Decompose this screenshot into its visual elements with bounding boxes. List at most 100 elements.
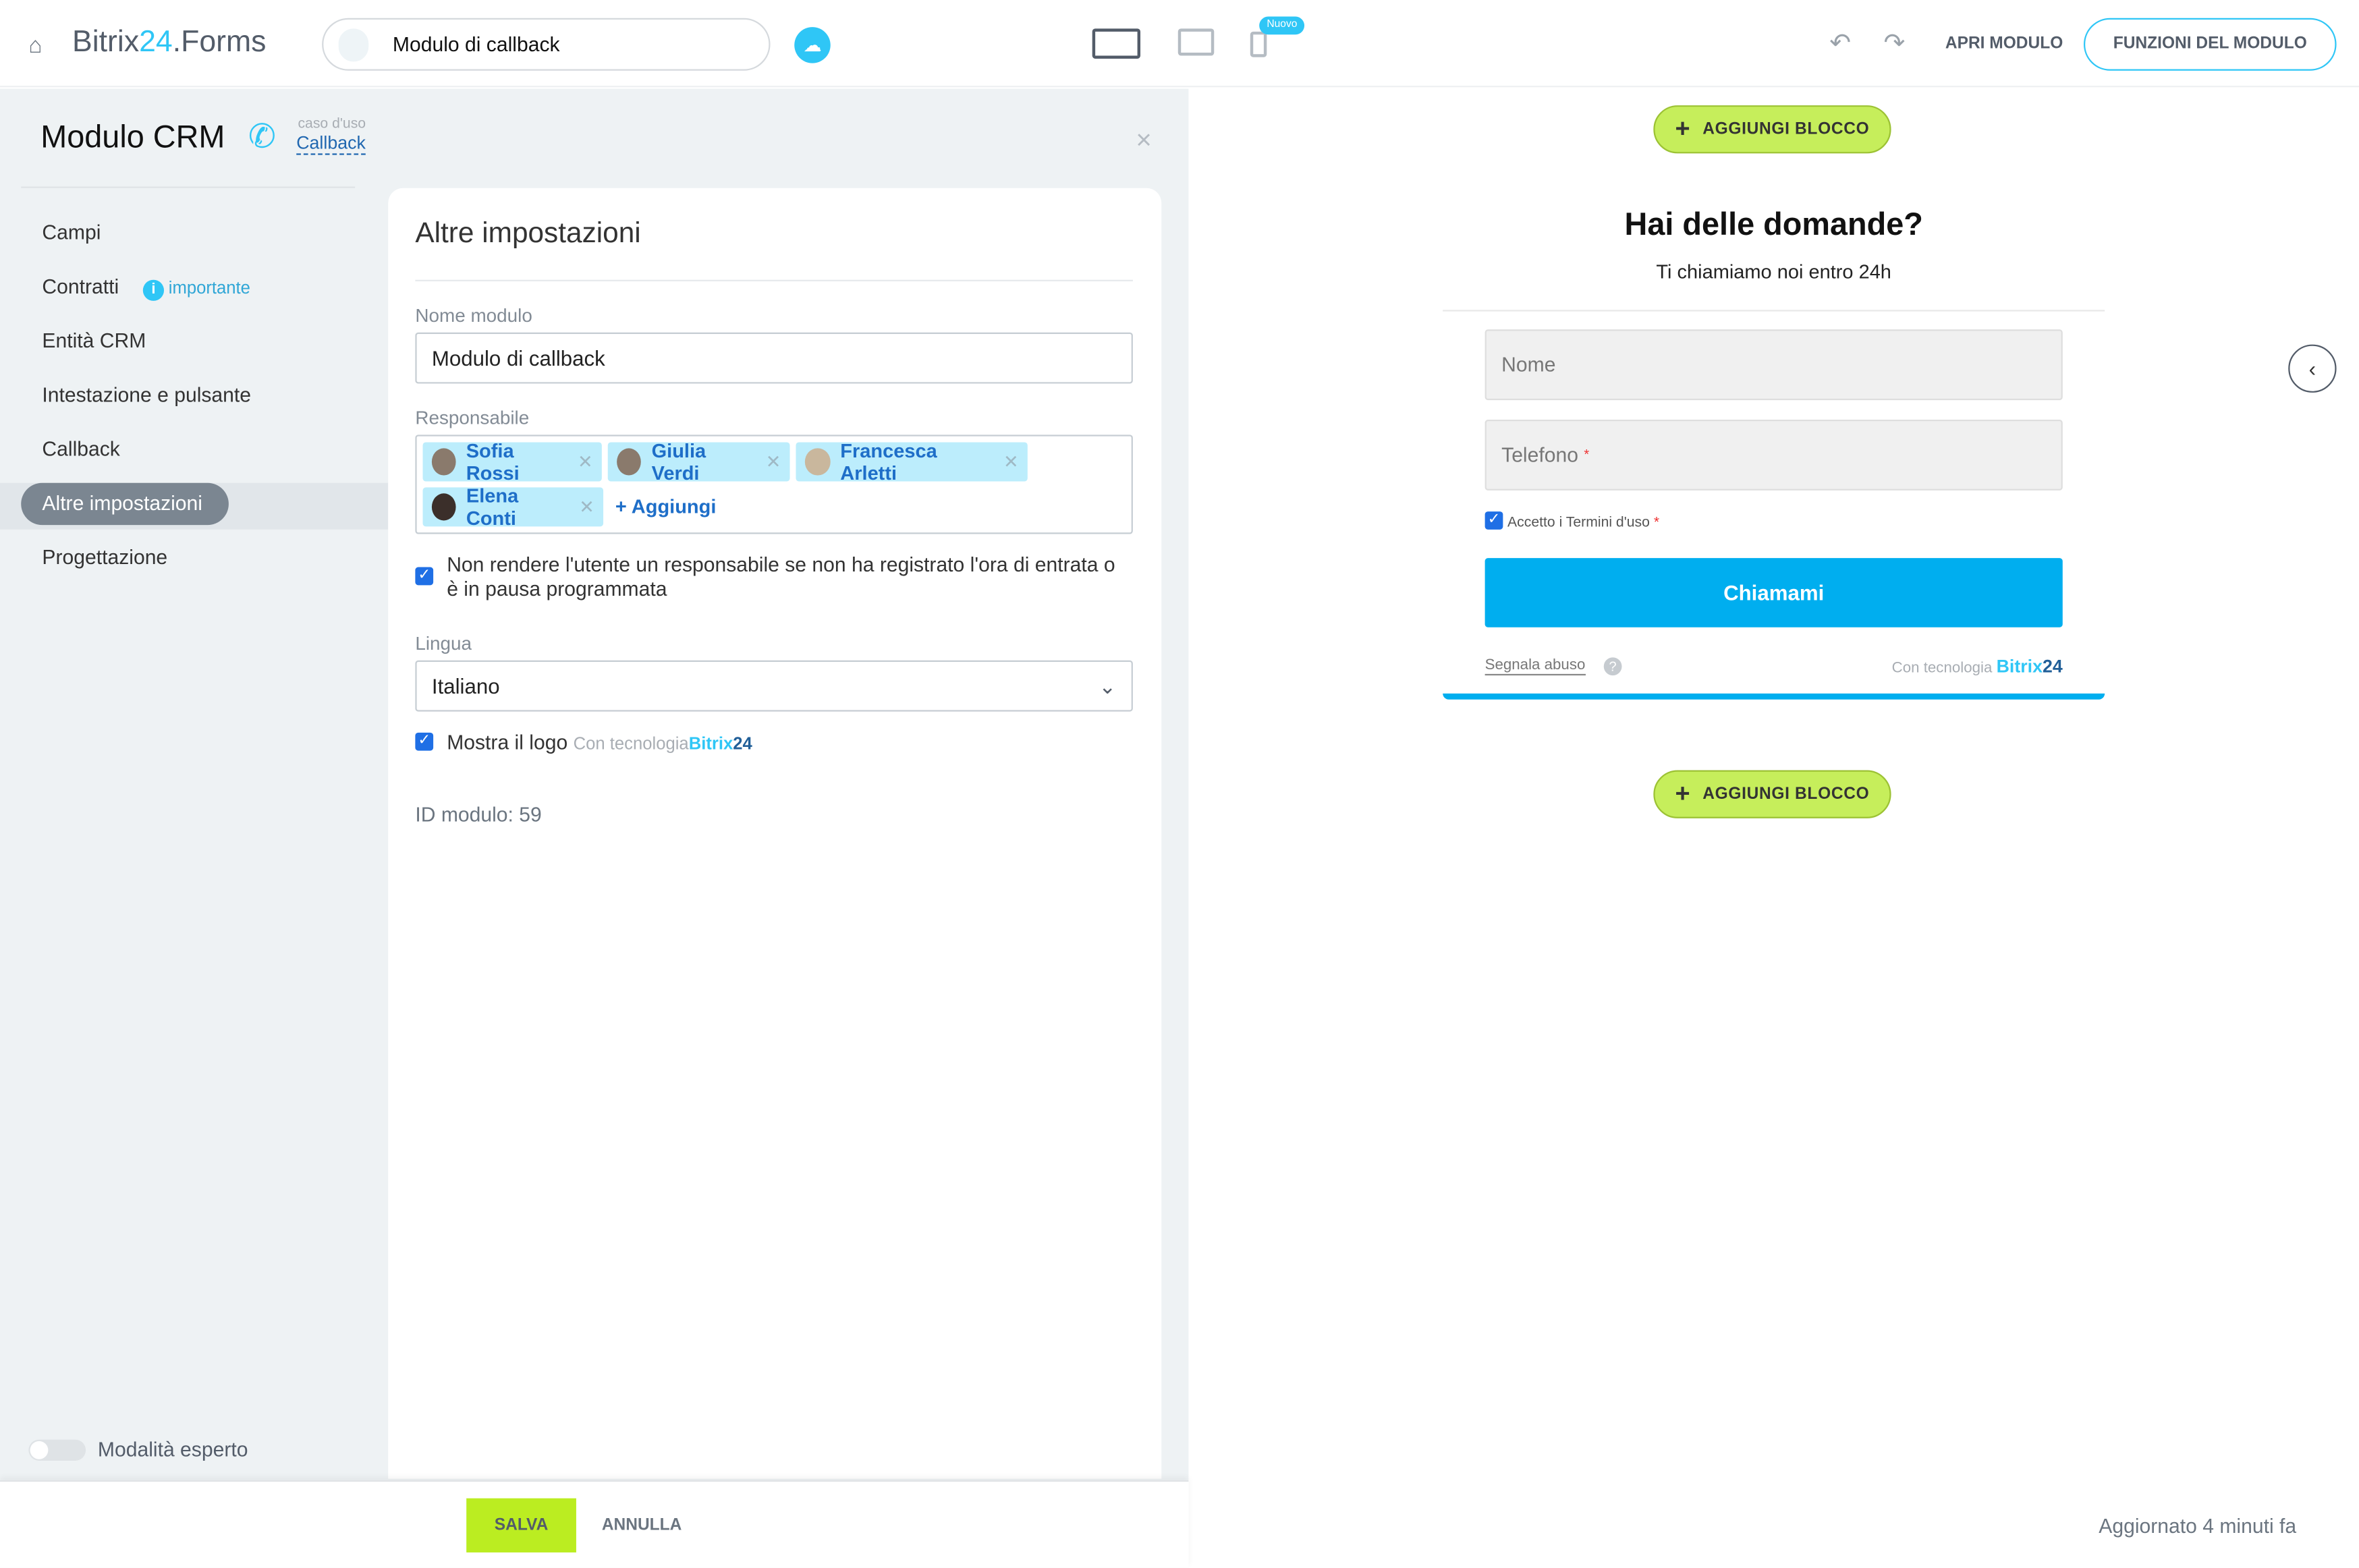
nav-label: Intestazione e pulsante <box>42 383 252 406</box>
responsible-selector[interactable]: Sofia Rossi ✕ Giulia Verdi ✕ Francesca Arl… <box>415 435 1133 534</box>
desktop-view-icon[interactable] <box>1092 28 1141 59</box>
help-icon[interactable]: ? <box>1603 657 1622 676</box>
checkbox-no-absent[interactable]: ✓ <box>415 567 434 586</box>
sidebar-item-progettazione[interactable]: Progettazione <box>21 537 388 579</box>
show-logo-label: Mostra il logo Con tecnologiaBitrix24 <box>447 731 752 754</box>
nav-label: Progettazione <box>42 546 168 569</box>
avatar <box>804 448 830 476</box>
plus-icon: + <box>1675 779 1691 808</box>
redo-icon[interactable]: ↷ <box>1883 28 1905 59</box>
report-abuse-link[interactable]: Segnala abuso <box>1484 657 1586 676</box>
preview-subtitle: Ti chiamiamo noi entro 24h <box>1656 260 1891 283</box>
language-label: Lingua <box>415 633 472 654</box>
nav-label: Contratti <box>42 275 119 298</box>
checkbox-no-absent-label: Non rendere l'utente un responsabile se … <box>447 553 1115 600</box>
responsible-tag: Elena Conti ✕ <box>422 484 604 530</box>
new-badge: Nuovo <box>1259 16 1305 35</box>
required-mark: * <box>1653 514 1660 532</box>
mobile-view-icon[interactable] <box>1250 31 1267 57</box>
sidebar-item-entita-crm[interactable]: Entità CRM <box>21 320 388 362</box>
remove-icon[interactable]: ✕ <box>1003 451 1018 472</box>
tag-name: Giulia Verdi <box>651 439 706 484</box>
sidebar-item-intestazione[interactable]: Intestazione e pulsante <box>21 374 388 416</box>
avatar <box>431 448 456 476</box>
cloud-icon[interactable]: ☁ <box>794 27 831 63</box>
nav-label: Callback <box>42 437 120 461</box>
powered-by: Con tecnologia Bitrix24 <box>1806 656 2063 677</box>
phone-placeholder: Telefono <box>1501 443 1578 467</box>
powered-text: Con tecnologia <box>1891 660 1993 677</box>
panel-title: Modulo CRM <box>40 120 225 155</box>
add-block-button-bottom[interactable]: + AGGIUNGI BLOCCO <box>1653 770 1891 818</box>
form-name-field[interactable]: Modulo di callback <box>322 18 771 71</box>
language-select[interactable]: Italiano ⌄ <box>415 660 1133 712</box>
tablet-view-icon[interactable] <box>1177 28 1215 56</box>
add-block-button-top[interactable]: + AGGIUNGI BLOCCO <box>1653 105 1891 154</box>
home-icon[interactable]: ⌂ <box>28 33 42 59</box>
nav-label: Altre impostazioni <box>42 492 202 515</box>
add-block-label: AGGIUNGI BLOCCO <box>1702 120 1870 139</box>
sidebar-item-campi[interactable]: Campi <box>21 212 388 254</box>
required-mark: * <box>1584 447 1590 462</box>
use-case-link[interactable]: Callback <box>296 132 366 155</box>
form-name-input[interactable]: Modulo di callback <box>415 332 1133 384</box>
preview-title: Hai delle domande? <box>1624 207 1923 242</box>
remove-icon[interactable]: ✕ <box>579 497 594 517</box>
remove-icon[interactable]: ✕ <box>578 451 592 472</box>
submit-button[interactable]: Chiamami <box>1484 558 2063 627</box>
add-block-label: AGGIUNGI BLOCCO <box>1702 785 1870 804</box>
form-id: ID modulo: 59 <box>415 803 542 827</box>
cancel-button[interactable]: ANNULLA <box>602 1516 682 1534</box>
phone-icon: ✆ <box>248 117 276 155</box>
avatar <box>617 448 641 476</box>
sidebar-item-callback[interactable]: Callback <box>21 428 388 470</box>
form-functions-button[interactable]: FUNZIONI DEL MODULO <box>2083 18 2337 71</box>
powered-text: Con tecnologia <box>573 735 689 754</box>
brand-logo: Bitrix24.Forms <box>72 25 267 59</box>
sidebar-item-contratti[interactable]: Contratti i importante <box>21 267 388 308</box>
close-icon[interactable]: × <box>1136 125 1151 157</box>
powered-num: 24 <box>733 735 752 754</box>
open-form-button[interactable]: APRI MODULO <box>1945 34 2063 53</box>
add-responsible-link[interactable]: + Aggiungi <box>609 487 716 526</box>
responsible-label: Responsabile <box>415 408 530 429</box>
terms-text: Accetto i Termini d'uso <box>1507 514 1650 532</box>
chevron-down-icon: ⌄ <box>1099 673 1117 698</box>
expert-mode-toggle[interactable] <box>28 1439 86 1461</box>
nav-label: Entità CRM <box>42 329 146 352</box>
responsible-tag: Sofia Rossi ✕ <box>422 439 602 484</box>
save-button[interactable]: SALVA <box>466 1498 576 1552</box>
divider <box>415 279 1133 281</box>
preview-phone-input[interactable]: Telefono * <box>1484 420 2063 491</box>
divider <box>21 186 356 188</box>
name-label: Nome modulo <box>415 305 532 327</box>
info-icon: i <box>142 279 165 301</box>
footer-bar <box>0 1480 1189 1568</box>
sidebar-item-altre-impostazioni[interactable]: Altre impostazioni <box>0 482 389 530</box>
tag-name: Elena Conti <box>466 484 519 530</box>
powered-num: 24 <box>2042 656 2063 677</box>
section-title: Altre impostazioni <box>415 218 641 250</box>
top-bar: ⌂ Bitrix24.Forms Modulo di callback ☁ Nu… <box>0 0 2359 88</box>
responsible-tag: Francesca Arletti ✕ <box>796 439 1028 484</box>
tag-name: Francesca Arletti <box>840 439 937 484</box>
updated-status: Aggiornato 4 minuti fa <box>2099 1515 2297 1538</box>
terms-label: Accetto i Termini d'uso * <box>1507 515 1659 532</box>
form-name: Modulo di callback <box>392 33 560 56</box>
plus-icon: + <box>1675 114 1691 143</box>
important-badge: importante <box>168 279 250 298</box>
checkbox-show-logo[interactable]: ✓ <box>415 732 434 751</box>
avatar <box>431 493 456 521</box>
preview-name-input[interactable]: Nome <box>1484 329 2063 401</box>
image-icon <box>338 28 369 62</box>
responsible-tag: Giulia Verdi ✕ <box>607 439 790 484</box>
powered-brand: Bitrix <box>688 735 733 754</box>
show-logo-text: Mostra il logo <box>447 731 568 754</box>
chevron-left-icon[interactable]: ‹ <box>2288 344 2337 393</box>
remove-icon[interactable]: ✕ <box>766 451 781 472</box>
use-case-label: caso d'uso <box>298 115 366 133</box>
nav-label: Campi <box>42 221 101 244</box>
language-value: Italiano <box>431 673 500 698</box>
terms-checkbox[interactable]: ✓ <box>1484 511 1503 530</box>
undo-icon[interactable]: ↶ <box>1829 28 1851 59</box>
